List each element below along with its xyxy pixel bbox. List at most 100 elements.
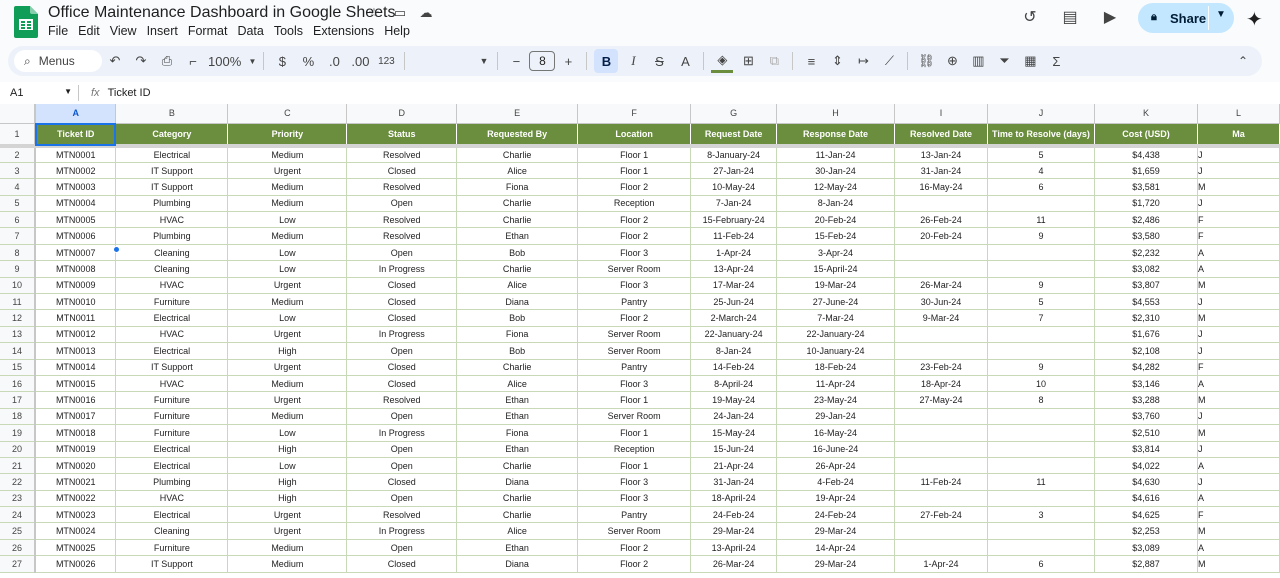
- table-cell[interactable]: MTN0014: [35, 359, 116, 375]
- decrease-decimal-button[interactable]: .0: [323, 49, 345, 73]
- table-cell[interactable]: Resolved: [347, 212, 457, 228]
- table-cell[interactable]: J: [1197, 146, 1279, 162]
- table-cell[interactable]: 11-Feb-24: [895, 474, 988, 490]
- table-cell[interactable]: Charlie: [457, 359, 578, 375]
- insert-comment-icon[interactable]: ⊕: [941, 49, 963, 73]
- undo-icon[interactable]: ↶: [104, 49, 126, 73]
- table-cell[interactable]: Cleaning: [116, 244, 228, 260]
- table-cell[interactable]: [988, 326, 1095, 342]
- table-cell[interactable]: 19-May-24: [691, 392, 777, 408]
- row-header[interactable]: 19: [0, 425, 35, 441]
- row-header[interactable]: 22: [0, 474, 35, 490]
- strikethrough-button[interactable]: S: [648, 49, 670, 73]
- formula-input[interactable]: Ticket ID: [108, 87, 151, 99]
- table-cell[interactable]: MTN0022: [35, 490, 116, 506]
- table-cell[interactable]: Open: [347, 343, 457, 359]
- italic-button[interactable]: I: [622, 49, 644, 73]
- table-cell[interactable]: 14-Feb-24: [691, 359, 777, 375]
- table-cell[interactable]: $4,616: [1094, 490, 1197, 506]
- table-cell[interactable]: Cleaning: [116, 523, 228, 539]
- table-cell[interactable]: 3-Apr-24: [777, 244, 895, 260]
- table-cell[interactable]: Ethan: [457, 228, 578, 244]
- table-cell[interactable]: 26-Feb-24: [895, 212, 988, 228]
- table-cell[interactable]: Closed: [347, 310, 457, 326]
- zoom-select[interactable]: 100% ▼: [208, 49, 256, 73]
- number-format-button[interactable]: 123: [375, 49, 397, 73]
- column-header-f[interactable]: F: [578, 104, 691, 123]
- table-cell[interactable]: 22-January-24: [777, 326, 895, 342]
- table-cell[interactable]: MTN0002: [35, 162, 116, 178]
- header-cell[interactable]: Resolved Date: [895, 123, 988, 146]
- table-cell[interactable]: 26-Apr-24: [777, 457, 895, 473]
- column-header-b[interactable]: B: [116, 104, 228, 123]
- table-cell[interactable]: Plumbing: [116, 474, 228, 490]
- table-cell[interactable]: Server Room: [578, 523, 691, 539]
- table-cell[interactable]: Charlie: [457, 212, 578, 228]
- table-cell[interactable]: $1,676: [1094, 326, 1197, 342]
- table-cell[interactable]: $3,580: [1094, 228, 1197, 244]
- table-cell[interactable]: Charlie: [457, 490, 578, 506]
- table-cell[interactable]: F: [1197, 212, 1279, 228]
- table-cell[interactable]: 25-Jun-24: [691, 294, 777, 310]
- table-cell[interactable]: Pantry: [578, 507, 691, 523]
- table-cell[interactable]: MTN0006: [35, 228, 116, 244]
- row-header[interactable]: 10: [0, 277, 35, 293]
- table-cell[interactable]: Urgent: [228, 523, 347, 539]
- table-cell[interactable]: 7-Jan-24: [691, 195, 777, 211]
- table-cell[interactable]: [895, 539, 988, 555]
- table-cell[interactable]: 2-March-24: [691, 310, 777, 326]
- table-cell[interactable]: 29-Mar-24: [777, 556, 895, 572]
- table-cell[interactable]: 15-Jun-24: [691, 441, 777, 457]
- row-header[interactable]: 8: [0, 244, 35, 260]
- header-cell[interactable]: Priority: [228, 123, 347, 146]
- table-cell[interactable]: 14-Apr-24: [777, 539, 895, 555]
- table-cell[interactable]: In Progress: [347, 425, 457, 441]
- spreadsheet-grid[interactable]: ABCDEFGHIJKL 1 Ticket IDCategoryPriority…: [0, 104, 1280, 578]
- table-cell[interactable]: MTN0005: [35, 212, 116, 228]
- table-cell[interactable]: MTN0024: [35, 523, 116, 539]
- table-cell[interactable]: Low: [228, 261, 347, 277]
- table-cell[interactable]: $2,232: [1094, 244, 1197, 260]
- table-cell[interactable]: IT Support: [116, 179, 228, 195]
- table-cell[interactable]: $2,887: [1094, 556, 1197, 572]
- table-cell[interactable]: [895, 261, 988, 277]
- table-cell[interactable]: [988, 343, 1095, 359]
- table-cell[interactable]: Medium: [228, 408, 347, 424]
- table-cell[interactable]: Floor 3: [578, 277, 691, 293]
- row-header[interactable]: 5: [0, 195, 35, 211]
- filter-views-icon[interactable]: ▦: [1019, 49, 1041, 73]
- move-folder-icon[interactable]: ▭: [392, 5, 408, 21]
- table-cell[interactable]: [895, 244, 988, 260]
- table-cell[interactable]: Ethan: [457, 392, 578, 408]
- table-cell[interactable]: 27-June-24: [777, 294, 895, 310]
- table-cell[interactable]: 6: [988, 556, 1095, 572]
- table-cell[interactable]: Floor 2: [578, 556, 691, 572]
- table-cell[interactable]: Resolved: [347, 179, 457, 195]
- table-cell[interactable]: Medium: [228, 195, 347, 211]
- table-cell[interactable]: $1,659: [1094, 162, 1197, 178]
- table-cell[interactable]: Cleaning: [116, 261, 228, 277]
- table-cell[interactable]: [895, 490, 988, 506]
- table-cell[interactable]: $3,814: [1094, 441, 1197, 457]
- functions-icon[interactable]: Σ: [1045, 49, 1067, 73]
- table-cell[interactable]: [988, 539, 1095, 555]
- table-cell[interactable]: A: [1197, 457, 1279, 473]
- menu-data[interactable]: Data: [232, 24, 268, 38]
- text-color-button[interactable]: A: [674, 49, 696, 73]
- table-cell[interactable]: Plumbing: [116, 195, 228, 211]
- table-cell[interactable]: 29-Mar-24: [691, 523, 777, 539]
- sheets-logo-icon[interactable]: [14, 6, 38, 38]
- table-cell[interactable]: 15-February-24: [691, 212, 777, 228]
- table-cell[interactable]: 18-April-24: [691, 490, 777, 506]
- table-cell[interactable]: 1-Apr-24: [691, 244, 777, 260]
- table-cell[interactable]: Fiona: [457, 179, 578, 195]
- table-cell[interactable]: Electrical: [116, 146, 228, 162]
- table-cell[interactable]: Open: [347, 539, 457, 555]
- menu-extensions[interactable]: Extensions: [308, 24, 379, 38]
- table-cell[interactable]: 1-Apr-24: [895, 556, 988, 572]
- menu-insert[interactable]: Insert: [142, 24, 183, 38]
- table-cell[interactable]: Urgent: [228, 392, 347, 408]
- table-cell[interactable]: Furniture: [116, 425, 228, 441]
- column-header-h[interactable]: H: [777, 104, 895, 123]
- table-cell[interactable]: Fiona: [457, 425, 578, 441]
